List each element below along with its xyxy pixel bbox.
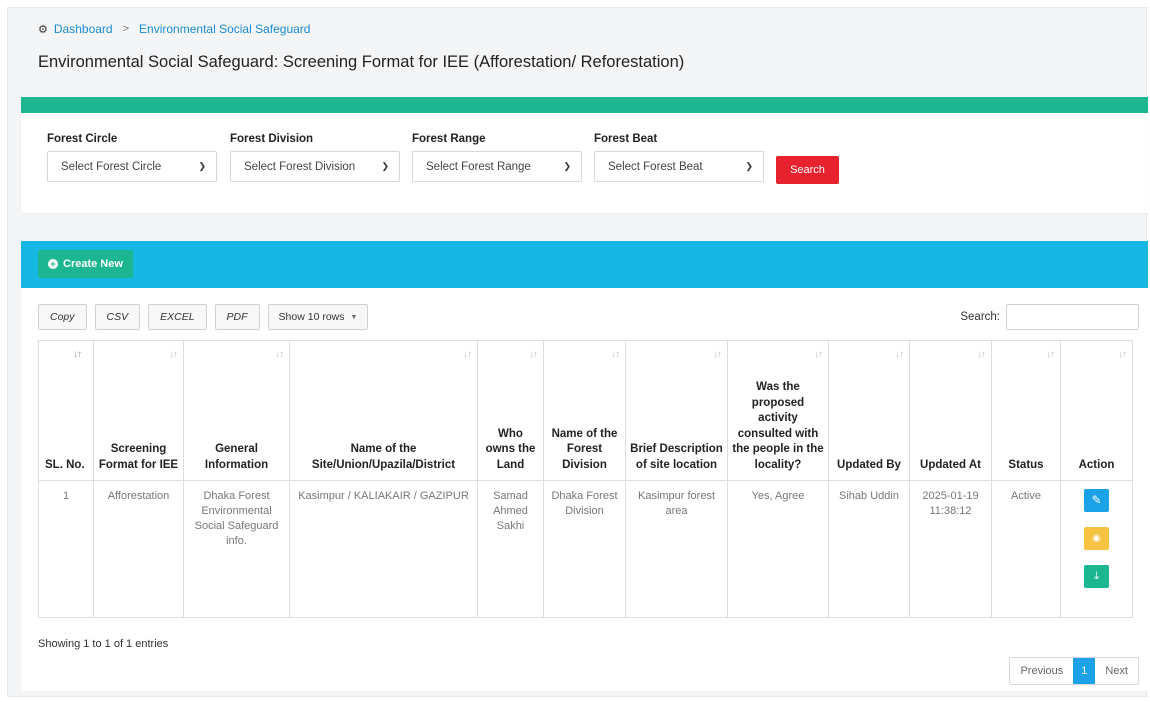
cell-format: Afforestation (93, 480, 184, 618)
csv-button[interactable]: CSV (94, 304, 141, 330)
search-button[interactable]: Search (776, 156, 839, 184)
rows-per-page-button[interactable]: Show 10 rows ▼ (267, 304, 369, 330)
forest-beat-label: Forest Beat (594, 133, 658, 145)
column-header-updated-at[interactable]: ↓↑ Updated At (909, 340, 992, 481)
export-toolbar: Copy CSV EXCEL PDF Show 10 rows ▼ (38, 304, 369, 330)
forest-beat-select[interactable]: Select Forest Beat ❯ (594, 151, 764, 182)
forest-division-filter: Forest Division Select Forest Division ❯ (230, 133, 400, 182)
forest-circle-select[interactable]: Select Forest Circle ❯ (47, 151, 217, 182)
sort-icon: ↓↑ (814, 349, 823, 360)
sort-icon: ↓↑ (977, 349, 986, 360)
forest-circle-label: Forest Circle (47, 133, 118, 145)
rows-per-page-label: Show 10 rows (278, 311, 345, 323)
table-panel: + Create New Copy CSV EXCEL PDF Show 10 … (21, 241, 1148, 691)
table-search: Search: (960, 304, 1139, 330)
forest-circle-filter: Forest Circle Select Forest Circle ❯ (47, 133, 217, 182)
breadcrumb-dashboard-link[interactable]: Dashboard (54, 22, 113, 36)
table-header-bar: + Create New (21, 241, 1148, 288)
chevron-down-icon: ❯ (745, 161, 753, 171)
cell-updated-by: Sihab Uddin (828, 480, 910, 618)
forest-division-select[interactable]: Select Forest Division ❯ (230, 151, 400, 182)
cell-division: Dhaka Forest Division (543, 480, 626, 618)
pagination: Previous 1 Next (1009, 657, 1139, 685)
column-header-site[interactable]: ↓↑ Name of the Site/Union/Upazila/Distric… (289, 340, 478, 481)
forest-circle-placeholder: Select Forest Circle (61, 160, 162, 173)
sort-icon: ↓↑ (1118, 349, 1127, 360)
forest-range-label: Forest Range (412, 133, 486, 145)
sort-icon: ↓↑ (463, 349, 472, 360)
sort-icon: ↓↑ (713, 349, 722, 360)
cell-updated-at: 2025-01-19 11:38:12 (909, 480, 992, 618)
page-1-button[interactable]: 1 (1073, 658, 1096, 684)
forest-division-label: Forest Division (230, 133, 314, 145)
create-new-button[interactable]: + Create New (38, 250, 133, 278)
column-header-status[interactable]: ↓↑ Status (991, 340, 1061, 481)
column-header-sl[interactable]: ↓↑ SL. No. (38, 340, 94, 481)
table-info: Showing 1 to 1 of 1 entries (38, 638, 169, 650)
sort-icon: ↓↑ (611, 349, 620, 360)
download-button[interactable]: ⤓ (1084, 565, 1109, 588)
forest-range-placeholder: Select Forest Range (426, 160, 531, 173)
create-new-label: Create New (63, 258, 123, 270)
column-header-description[interactable]: ↓↑ Brief Description of site location (625, 340, 728, 481)
table-row: 1 Afforestation Dhaka Forest Environment… (38, 480, 1133, 618)
column-header-action[interactable]: ↓↑ Action (1060, 340, 1133, 481)
chevron-down-icon: ❯ (563, 161, 571, 171)
sort-icon: ↓↑ (1046, 349, 1055, 360)
column-header-owner[interactable]: ↓↑ Who owns the Land (477, 340, 544, 481)
cell-description: Kasimpur forest area (625, 480, 728, 618)
eye-icon: ◉ (1092, 533, 1101, 544)
filter-panel: Forest Circle Select Forest Circle ❯ For… (21, 97, 1148, 213)
forest-beat-filter: Forest Beat Select Forest Beat ❯ (594, 133, 764, 182)
cell-action: ✎ ◉ ⤓ (1060, 480, 1133, 618)
dashboard-icon: ⚙ (38, 23, 48, 36)
column-header-format[interactable]: ↓↑ Screening Format for IEE (93, 340, 184, 481)
column-header-consulted[interactable]: ↓↑ Was the proposed activity consulted wi… (727, 340, 829, 481)
forest-beat-placeholder: Select Forest Beat (608, 160, 703, 173)
forest-range-select[interactable]: Select Forest Range ❯ (412, 151, 582, 182)
page-title: Environmental Social Safeguard: Screenin… (38, 53, 685, 71)
search-input[interactable] (1006, 304, 1139, 330)
forest-range-filter: Forest Range Select Forest Range ❯ (412, 133, 582, 182)
data-table: ↓↑ SL. No. ↓↑ Screening Format for IEE ↓↑ G… (38, 340, 1133, 618)
cell-owner: Samad Ahmed Sakhi (477, 480, 544, 618)
sort-icon: ↓↑ (169, 349, 178, 360)
chevron-down-icon: ❯ (198, 161, 206, 171)
table-header-row: ↓↑ SL. No. ↓↑ Screening Format for IEE ↓↑ G… (38, 340, 1133, 481)
caret-down-icon: ▼ (350, 313, 358, 321)
sort-icon: ↓↑ (529, 349, 538, 360)
copy-button[interactable]: Copy (38, 304, 87, 330)
pdf-button[interactable]: PDF (214, 304, 260, 330)
sort-icon: ↓↑ (895, 349, 904, 360)
previous-page-button[interactable]: Previous (1010, 658, 1073, 684)
column-header-updated-by[interactable]: ↓↑ Updated By (828, 340, 910, 481)
next-page-button[interactable]: Next (1095, 658, 1138, 684)
view-button[interactable]: ◉ (1084, 527, 1109, 550)
chevron-down-icon: ❯ (381, 161, 389, 171)
cell-consulted: Yes, Agree (727, 480, 829, 618)
page-container: ⚙ Dashboard > Environmental Social Safeg… (7, 7, 1148, 697)
column-header-division[interactable]: ↓↑ Name of the Forest Division (543, 340, 626, 481)
cell-general: Dhaka Forest Environmental Social Safegu… (183, 480, 290, 618)
sort-icon: ↓↑ (275, 349, 284, 360)
cell-sl: 1 (38, 480, 94, 618)
plus-circle-icon: + (48, 259, 58, 269)
column-header-general[interactable]: ↓↑ General Information (183, 340, 290, 481)
breadcrumb: ⚙ Dashboard > Environmental Social Safeg… (38, 22, 310, 36)
cell-site: Kasimpur / KALIAKAIR / GAZIPUR (289, 480, 478, 618)
pencil-icon: ✎ (1091, 493, 1102, 507)
excel-button[interactable]: EXCEL (148, 304, 207, 330)
breadcrumb-current[interactable]: Environmental Social Safeguard (139, 22, 310, 36)
breadcrumb-separator: > (122, 23, 130, 35)
search-label: Search: (960, 311, 1000, 323)
sort-icon: ↓↑ (73, 349, 82, 360)
edit-button[interactable]: ✎ (1084, 489, 1109, 512)
forest-division-placeholder: Select Forest Division (244, 160, 356, 173)
download-icon: ⤓ (1094, 570, 1099, 582)
cell-status: Active (991, 480, 1061, 618)
